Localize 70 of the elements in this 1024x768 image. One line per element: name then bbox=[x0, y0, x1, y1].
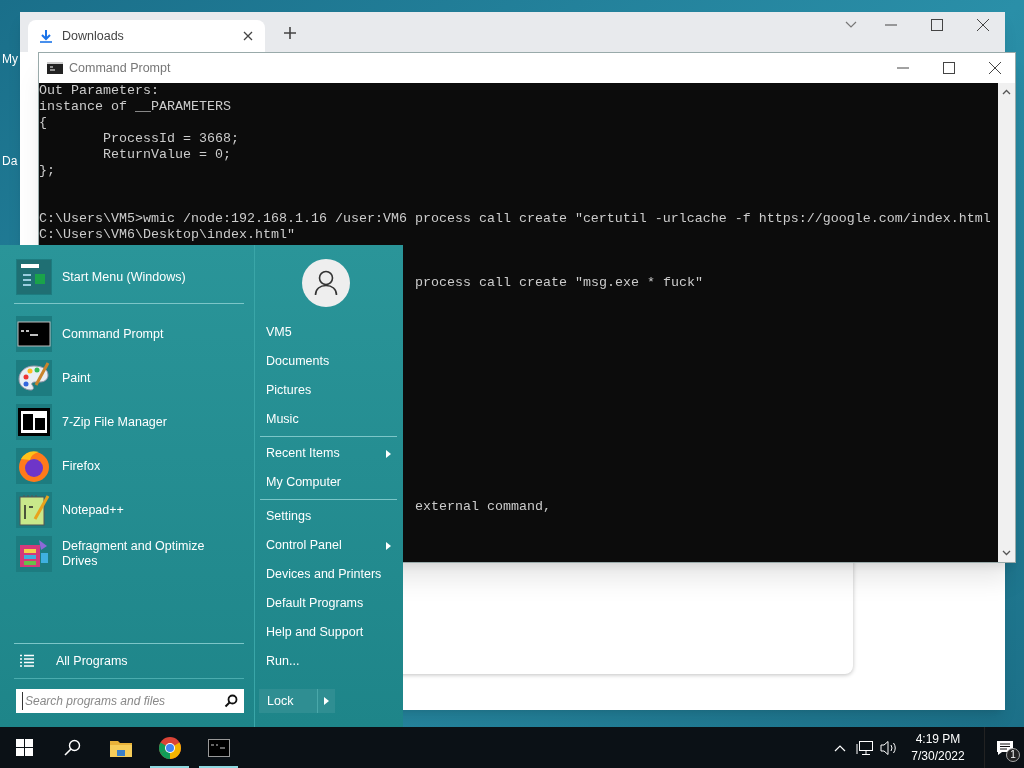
menu-item[interactable]: Help and Support bbox=[260, 618, 397, 647]
all-programs-item[interactable]: All Programs bbox=[14, 644, 244, 678]
running-indicator bbox=[150, 766, 189, 768]
program-item[interactable]: Notepad++ bbox=[14, 488, 244, 532]
archive-icon bbox=[17, 405, 51, 439]
menu-item[interactable]: VM5 bbox=[260, 318, 397, 347]
menu-item[interactable]: Settings bbox=[260, 502, 397, 531]
caret-right-icon[interactable] bbox=[324, 697, 329, 705]
folder-icon bbox=[109, 738, 132, 757]
console-line: process call create "msg.exe * fuck" bbox=[415, 275, 703, 290]
chevron-up-icon[interactable] bbox=[834, 743, 846, 752]
console-line: { bbox=[39, 115, 47, 130]
program-item[interactable]: Start Menu (Windows) bbox=[14, 259, 244, 295]
message-icon bbox=[995, 739, 1014, 756]
notification-count: 1 bbox=[1006, 748, 1020, 762]
scroll-up-icon[interactable] bbox=[1002, 89, 1011, 95]
desktop-icon-label[interactable]: My bbox=[0, 50, 20, 68]
menu-item[interactable]: Default Programs bbox=[260, 589, 397, 618]
start-menu-icon bbox=[17, 260, 51, 294]
program-item[interactable]: Paint bbox=[14, 356, 244, 400]
search-field[interactable]: Search programs and files bbox=[16, 689, 244, 713]
caret-right-icon bbox=[386, 449, 391, 458]
console-icon bbox=[207, 738, 230, 757]
desktop-icon-label[interactable]: Da bbox=[0, 152, 20, 170]
fox-globe-icon bbox=[17, 449, 51, 483]
console-line: instance of __PARAMETERS bbox=[39, 99, 231, 114]
notifications-button[interactable]: 1 bbox=[984, 727, 1024, 768]
console-line: external command, bbox=[415, 499, 551, 514]
program-item[interactable]: 7-Zip File Manager bbox=[14, 400, 244, 444]
console-line: Out Parameters: bbox=[39, 83, 159, 98]
chrome-icon bbox=[157, 735, 182, 760]
caret-right-icon bbox=[386, 541, 391, 550]
menu-item[interactable]: Devices and Printers bbox=[260, 560, 397, 589]
menu-item[interactable]: Recent Items bbox=[260, 439, 397, 468]
lock-button[interactable]: Lock bbox=[259, 689, 335, 713]
console-line: }; bbox=[39, 163, 55, 178]
window-title: Command Prompt bbox=[69, 59, 171, 77]
download-icon bbox=[40, 29, 52, 43]
running-indicator bbox=[199, 766, 238, 768]
user-avatar[interactable] bbox=[301, 259, 350, 307]
clock-date: 7/30/2022 bbox=[911, 747, 965, 765]
console-line: C:\Users\VM6\Desktop\index.html" bbox=[39, 227, 295, 242]
menu-item[interactable]: Control Panel bbox=[260, 531, 397, 560]
plus-icon bbox=[283, 26, 297, 40]
network-icon[interactable] bbox=[856, 739, 874, 756]
list-icon bbox=[20, 654, 34, 668]
chevron-down-icon[interactable] bbox=[845, 21, 857, 29]
search-icon[interactable] bbox=[224, 694, 238, 708]
clock[interactable]: 4:19 PM 7/30/2022 bbox=[908, 730, 968, 765]
windows-logo-icon bbox=[15, 739, 33, 756]
program-item[interactable]: Defragment and Optimize Drives bbox=[14, 532, 244, 576]
search-icon bbox=[63, 739, 81, 756]
console-line: ProcessId = 3668; bbox=[103, 131, 239, 146]
menu-item[interactable]: My Computer bbox=[260, 468, 397, 497]
scroll-down-icon[interactable] bbox=[1002, 550, 1011, 556]
menu-item[interactable]: Music bbox=[260, 405, 397, 434]
console-icon bbox=[47, 62, 63, 74]
scrollbar[interactable] bbox=[998, 83, 1015, 562]
console-line: ReturnValue = 0; bbox=[103, 147, 231, 162]
clock-time: 4:19 PM bbox=[915, 730, 961, 748]
close-icon[interactable] bbox=[243, 31, 253, 41]
program-item[interactable]: Command Prompt bbox=[14, 312, 244, 356]
volume-icon[interactable] bbox=[880, 739, 898, 756]
menu-item[interactable]: Documents bbox=[260, 347, 397, 376]
program-item[interactable]: Firefox bbox=[14, 444, 244, 488]
notepad-icon bbox=[17, 493, 51, 527]
browser-tab[interactable]: Downloads bbox=[28, 20, 265, 52]
console-line: C:\Users\VM5>wmic /node:192.168.1.16 /user:VM6 process call create "certutil -urlcache -f https://google.com/index.html bbox=[39, 211, 991, 226]
menu-item[interactable]: Run... bbox=[260, 647, 397, 676]
menu-item[interactable]: Pictures bbox=[260, 376, 397, 405]
